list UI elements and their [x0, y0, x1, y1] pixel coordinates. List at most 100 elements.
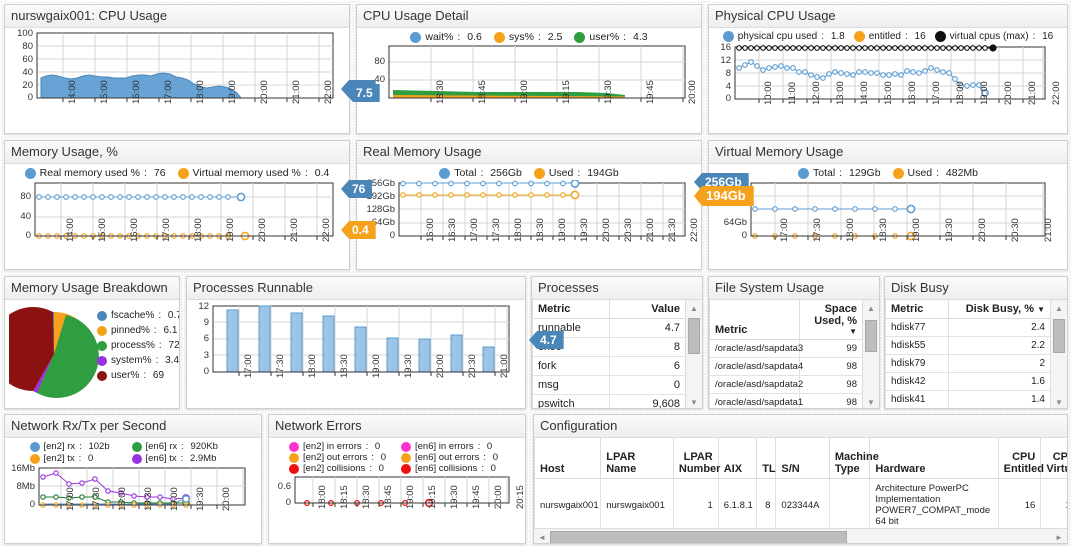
scrollbar-thumb[interactable]	[550, 531, 847, 543]
scrollbar-thumb[interactable]	[865, 320, 877, 352]
sort-desc-icon[interactable]: ▼	[805, 327, 857, 336]
scroll-down-icon[interactable]: ▼	[686, 394, 702, 408]
col-host[interactable]: Host	[534, 438, 602, 479]
legend-network-rxtx: [en2] rx: 102b [en6] rx: 920Kb [en2] tx:…	[5, 438, 261, 465]
legend-swatch-en6-out-errors	[401, 452, 411, 463]
col-value[interactable]: Value	[608, 300, 686, 319]
col-sn[interactable]: S/N	[775, 438, 830, 479]
table-row[interactable]: fork 6	[532, 356, 686, 376]
table-row[interactable]: hdisk79 2	[885, 354, 1051, 373]
configuration-hscrollbar[interactable]: ◄ ►	[534, 528, 1067, 543]
chart-memory-usage-pct[interactable]: Real memory used %: 76 Virtual memory us…	[5, 164, 349, 269]
cell-lpar-number: 1	[672, 478, 719, 529]
x-tick: 19:30	[403, 354, 414, 378]
scroll-right-icon[interactable]: ►	[1051, 533, 1067, 542]
filesystem-table: Metric Space Used, % ▼ /oracle/asd/sapda…	[709, 300, 863, 408]
col-lpar-name[interactable]: LPAR Name	[600, 438, 674, 479]
col-cpu-entitled[interactable]: CPU Entitled	[997, 438, 1044, 479]
table-row[interactable]: /oracle/asd/sapdata3 99	[709, 339, 863, 358]
processes-scrollbar[interactable]: ▲ ▼	[685, 300, 702, 408]
x-tick: 19:30	[449, 485, 460, 509]
panel-configuration: Configuration Host LPAR Name LPAR Number…	[533, 414, 1068, 544]
scroll-up-icon[interactable]: ▲	[1051, 300, 1067, 316]
legend-swatch-en2-tx	[29, 453, 40, 464]
legend-item: Virtual memory used %: 0.4	[177, 167, 329, 179]
scroll-down-icon[interactable]: ▼	[1051, 394, 1067, 408]
configuration-table-wrap: Host LPAR Name LPAR Number AIX TL S/N Ma…	[534, 438, 1067, 543]
x-tick: 19:00	[225, 218, 236, 242]
chart-network-errors[interactable]: [en2] in errors: 0 [en6] in errors: 0 [e…	[269, 438, 525, 543]
x-tick: 19:00	[911, 218, 922, 242]
col-cpu-virtual[interactable]: CPU Virtual	[1040, 438, 1067, 479]
col-tl[interactable]: TL	[756, 438, 777, 479]
chart-real-memory[interactable]: Total: 256Gb Used: 194Gb 256Gb 192Gb 128…	[357, 164, 701, 269]
chart-memory-breakdown[interactable]: fscache%: 0.7 pinned%: 6.1 process%: 72 …	[5, 300, 180, 408]
x-tick: 20:00	[1003, 81, 1014, 105]
scroll-down-icon[interactable]: ▼	[863, 394, 879, 408]
diskbusy-scrollbar[interactable]: ▲ ▼	[1050, 300, 1067, 408]
chart-virtual-memory[interactable]: Total: 129Gb Used: 482Mb 64Gb 0 17:00 17…	[709, 164, 1067, 269]
x-tick: 14:00	[65, 218, 76, 242]
y-tick: 0	[29, 499, 35, 510]
table-row[interactable]: nurswgaix001 nurswgaix001 1 6.1.8.1 8 02…	[534, 478, 1067, 529]
table-row[interactable]: hdisk77 2.4	[885, 318, 1051, 337]
legend-label: Used	[548, 167, 574, 179]
col-aix[interactable]: AIX	[717, 438, 758, 479]
table-row[interactable]: pswitch 9,608	[532, 394, 686, 408]
chart-cpu-usage[interactable]: 100 80 60 40 20 0 14:00 15:00 16:00 17:0…	[5, 28, 349, 133]
scrollbar-track[interactable]	[550, 531, 1051, 543]
col-hardware[interactable]: Hardware	[869, 438, 999, 479]
y-tick: 0	[27, 92, 33, 103]
table-row[interactable]: hdisk42 1.6	[885, 372, 1051, 391]
sort-desc-icon[interactable]: ▼	[1037, 305, 1045, 314]
x-tick: 19:30	[603, 80, 614, 104]
chart-network-rxtx[interactable]: [en2] rx: 102b [en6] rx: 920Kb [en2] tx:…	[5, 438, 261, 543]
x-tick: 17:30	[91, 487, 102, 511]
legend-swatch-entitled	[853, 31, 865, 42]
chart-physical-cpu[interactable]: physical cpu used: 1.8 entitled: 16 virt…	[709, 28, 1067, 133]
legend-cpu-usage-detail: wait%: 0.6 sys%: 2.5 user%: 4.3	[357, 28, 701, 44]
table-row[interactable]: /oracle/asd/sapdata4 98	[709, 357, 863, 376]
cell-metric: /oracle/asd/sapdata3	[709, 339, 803, 358]
table-row[interactable]: msg 0	[532, 375, 686, 395]
scrollbar-thumb[interactable]	[1053, 319, 1065, 353]
col-lpar-number[interactable]: LPAR Number	[672, 438, 720, 479]
table-row[interactable]: hdisk55 2.2	[885, 336, 1051, 355]
legend-value: 0.6	[467, 31, 482, 43]
panel-network-errors: Network Errors [en2] in errors: 0 [en6] …	[268, 414, 526, 544]
table-row[interactable]: hdisk81.2	[886, 409, 1051, 410]
legend-swatch-used	[892, 167, 904, 179]
table-row[interactable]: /oracle/asd/sapdata1 98	[709, 393, 863, 408]
table-row[interactable]: /oracle/asd/sapdata2 98	[709, 375, 863, 394]
legend-value: 3.4	[165, 355, 180, 366]
x-tick: 18:30	[339, 354, 350, 378]
legend-label: user%	[589, 31, 620, 43]
x-tick: 17:00	[65, 487, 76, 511]
x-tick: 19:30	[195, 487, 206, 511]
col-disk-busy[interactable]: Disk Busy, % ▼	[948, 300, 1051, 319]
legend-value: 129Gb	[849, 167, 881, 179]
legend-swatch-virtual-memory	[177, 167, 189, 179]
y-tick: 20	[22, 80, 33, 91]
legend-swatch-en2-out-errors	[289, 452, 299, 463]
cell-cpu-entitled: 16	[997, 478, 1042, 529]
col-metric[interactable]: Metric	[532, 300, 610, 319]
scroll-up-icon[interactable]: ▲	[863, 300, 879, 316]
diskbusy-table: Metric Disk Busy, % ▼ hdisk77 2.4 hdisk55…	[885, 300, 1051, 410]
table-row[interactable]: hdisk41 1.4	[885, 390, 1051, 408]
col-space-used[interactable]: Space Used, % ▼	[799, 300, 863, 340]
filesystem-scrollbar[interactable]: ▲ ▼	[862, 300, 879, 408]
chart-cpu-usage-detail[interactable]: wait%: 0.6 sys%: 2.5 user%: 4.3 80 40 18…	[357, 28, 701, 133]
y-tick: 100	[17, 28, 33, 39]
col-machine-type[interactable]: Machine Type	[828, 438, 879, 479]
x-tick: 19:00	[371, 354, 382, 378]
scroll-left-icon[interactable]: ◄	[534, 533, 550, 542]
chart-processes-runnable[interactable]: 12 9 6 3 0 17:00 17:30 18:00 18:30 19:00…	[187, 300, 525, 408]
col-metric[interactable]: Metric	[885, 300, 949, 319]
legend-swatch-sys	[493, 31, 505, 43]
col-metric[interactable]: Metric	[709, 300, 800, 340]
x-tick: 17:00	[161, 218, 172, 242]
scrollbar-thumb[interactable]	[688, 318, 700, 354]
legend-item: [en2] collisions: 0	[289, 463, 393, 474]
scroll-up-icon[interactable]: ▲	[686, 300, 702, 316]
